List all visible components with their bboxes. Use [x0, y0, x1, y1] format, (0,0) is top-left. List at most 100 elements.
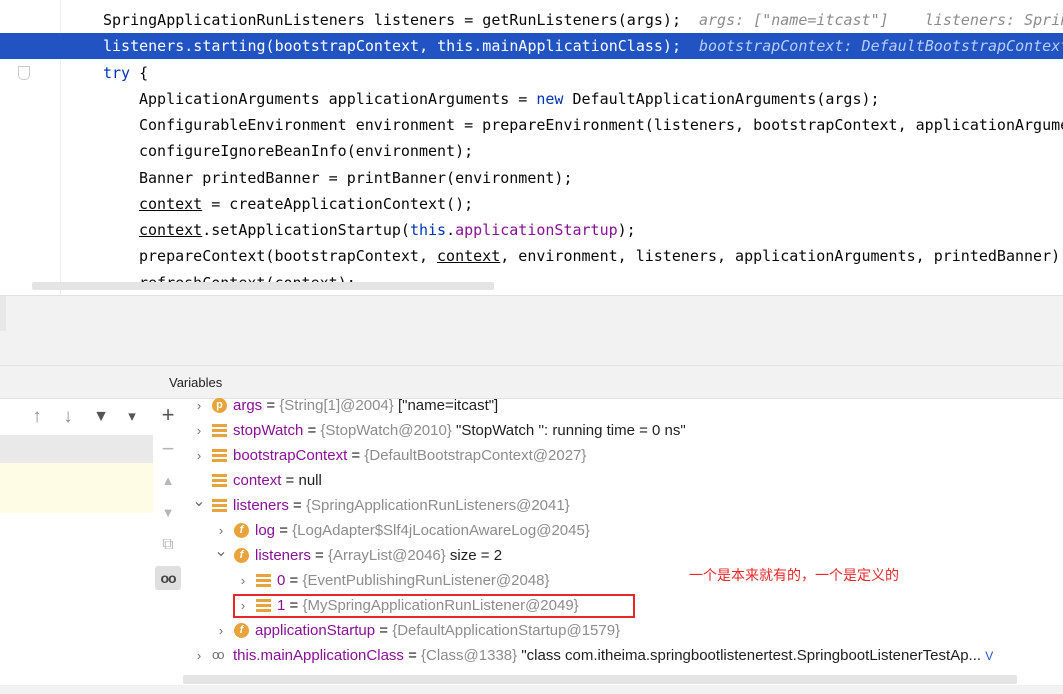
code-line[interactable]: context.setApplicationStartup(this.appli…: [0, 217, 1063, 243]
annotation-highlight-box: [233, 594, 635, 618]
chevron-right-icon[interactable]: ›: [192, 418, 206, 443]
parameter-icon: p: [212, 398, 227, 413]
equals-sign: =: [303, 422, 321, 439]
frames-toolbar: ↑ ↓ ▼ ▾: [0, 399, 153, 436]
equals-sign: =: [285, 572, 303, 589]
code-line[interactable]: context = createApplicationContext();: [0, 191, 1063, 217]
code-token: context: [139, 195, 203, 213]
variable-row[interactable]: › f log = {LogAdapter$Slf4jLocationAwareLo…: [214, 518, 1063, 543]
variable-row[interactable]: › f applicationStartup = {DefaultApplicati…: [214, 618, 1063, 643]
code-line[interactable]: try {: [0, 60, 1063, 86]
move-down-icon[interactable]: ▼: [155, 501, 181, 525]
status-strip: [0, 685, 1063, 694]
chevron-right-icon[interactable]: ›: [192, 393, 206, 418]
variable-icon: [256, 573, 271, 588]
variable-text: 0 = {EventPublishingRunListener@2048}: [277, 568, 550, 593]
variable-reference: {LogAdapter$Slf4jLocationAwareLog@2045}: [292, 522, 590, 539]
variable-icon: [212, 423, 227, 438]
variable-icon: [212, 473, 227, 488]
chevron-right-icon[interactable]: ›: [192, 443, 206, 468]
variable-text: applicationStartup = {DefaultApplication…: [255, 618, 620, 643]
code-line[interactable]: Banner printedBanner = printBanner(envir…: [0, 165, 1063, 191]
variable-reference: {DefaultApplicationStartup@1579}: [392, 622, 621, 639]
inline-debug-value: args: ["name=itcast"] listeners: Sprin: [699, 11, 1063, 29]
chevron-right-icon[interactable]: ›: [192, 643, 206, 668]
variable-name: bootstrapContext: [233, 447, 348, 464]
variable-row[interactable]: › p args = {String[1]@2004} ["name=itcast"…: [192, 393, 1063, 418]
copy-icon[interactable]: ⧉: [155, 533, 181, 557]
code-text: context.setApplicationStartup(this.appli…: [139, 217, 636, 243]
variable-row[interactable]: › stopWatch = {StopWatch@2010} "StopWatch…: [192, 418, 1063, 443]
variable-icon: [212, 498, 227, 513]
variable-reference: {ArrayList@2046}: [327, 547, 446, 564]
variable-row[interactable]: › bootstrapContext = {DefaultBootstrapCon…: [192, 443, 1063, 468]
code-text: SpringApplicationRunListeners listeners …: [103, 7, 681, 33]
variable-text: this.mainApplicationClass = {Class@1338}…: [233, 643, 993, 669]
code-line[interactable]: prepareContext(bootstrapContext, context…: [0, 243, 1063, 269]
variable-row[interactable]: ⌄ f listeners = {ArrayList@2046} size = 2: [214, 543, 1063, 568]
code-line[interactable]: SpringApplicationRunListeners listeners …: [0, 7, 1063, 33]
arrow-up-icon[interactable]: ↑: [25, 405, 49, 429]
code-editor[interactable]: SpringApplicationRunListeners listeners …: [0, 0, 1063, 295]
variable-row[interactable]: context = null: [192, 468, 1063, 493]
equals-sign: =: [375, 622, 393, 639]
variable-reference: {Class@1338}: [421, 647, 518, 664]
filter-icon[interactable]: ▼: [89, 405, 113, 429]
remove-watch-icon[interactable]: −: [155, 437, 181, 461]
frame-row-highlighted[interactable]: [0, 463, 153, 513]
code-token: .setApplicationStartup(: [202, 221, 410, 239]
code-text: Banner printedBanner = printBanner(envir…: [139, 165, 572, 191]
variable-row[interactable]: ⌄ listeners = {SpringApplicationRunListen…: [192, 493, 1063, 518]
code-text: ApplicationArguments applicationArgument…: [139, 86, 880, 112]
code-line[interactable]: configureIgnoreBeanInfo(environment);: [0, 138, 1063, 164]
variable-text: listeners = {ArrayList@2046} size = 2: [255, 543, 502, 568]
code-token: = createApplicationContext();: [202, 195, 474, 213]
inline-debug-value: bootstrapContext: DefaultBootstrapContex…: [699, 37, 1063, 55]
variable-value: "class com.itheima.springbootlistenertes…: [517, 647, 986, 664]
chevron-right-icon[interactable]: ›: [236, 568, 250, 593]
code-token: configureIgnoreBeanInfo(environment);: [139, 142, 474, 160]
code-token: this: [409, 221, 447, 239]
variable-row[interactable]: › 0 = {EventPublishingRunListener@2048}: [236, 568, 1063, 593]
equals-sign: =: [347, 447, 365, 464]
variable-name: stopWatch: [233, 422, 304, 439]
editor-horizontal-scrollbar[interactable]: [32, 282, 494, 290]
code-token: applicationStartup: [455, 221, 618, 239]
variable-text: stopWatch = {StopWatch@2010} "StopWatch …: [233, 418, 686, 443]
variable-reference: {SpringApplicationRunListeners@2041}: [305, 497, 570, 514]
frames-panel: ↑ ↓ ▼ ▾: [0, 366, 154, 694]
variable-text: context = null: [233, 468, 322, 493]
chevron-down-icon[interactable]: ⌄: [192, 489, 206, 514]
variable-text: log = {LogAdapter$Slf4jLocationAwareLog@…: [255, 518, 590, 543]
variable-reference: {DefaultBootstrapContext@2027}: [364, 447, 587, 464]
variable-value: "StopWatch '': running time = 0 ns": [451, 422, 686, 439]
code-token: context: [437, 247, 501, 265]
variable-name: args: [233, 397, 263, 414]
tool-window-tab-bar: [0, 295, 1063, 332]
add-watch-icon[interactable]: +: [155, 403, 181, 427]
watches-glasses-icon[interactable]: oo: [155, 566, 181, 590]
code-line[interactable]: ApplicationArguments applicationArgument…: [0, 86, 1063, 112]
code-token: try: [103, 64, 131, 82]
equals-sign: =: [281, 472, 299, 489]
tab-stub[interactable]: [0, 296, 6, 331]
variable-name: listeners: [233, 497, 289, 514]
variable-text: bootstrapContext = {DefaultBootstrapCont…: [233, 443, 586, 468]
arrow-down-icon[interactable]: ↓: [56, 405, 80, 429]
equals-sign: =: [403, 647, 422, 664]
field-icon: f: [234, 548, 249, 563]
variable-icon: [212, 448, 227, 463]
field-icon: f: [234, 523, 249, 538]
chevron-right-icon[interactable]: ›: [214, 618, 228, 643]
chevron-down-icon[interactable]: ⌄: [214, 539, 228, 564]
variables-horizontal-scrollbar[interactable]: [183, 675, 1017, 684]
code-text: listeners.starting(bootstrapContext, thi…: [103, 33, 681, 59]
code-line[interactable]: ConfigurableEnvironment environment = pr…: [0, 112, 1063, 138]
variable-name: applicationStartup: [255, 622, 376, 639]
code-line[interactable]: listeners.starting(bootstrapContext, thi…: [0, 33, 1063, 59]
chevron-down-icon[interactable]: ▾: [120, 405, 144, 429]
move-up-icon[interactable]: ▲: [155, 469, 181, 493]
frame-row-selected[interactable]: [0, 436, 153, 463]
view-full-value-link[interactable]: V: [985, 649, 993, 663]
variable-row[interactable]: › oo this.mainApplicationClass = {Class@13…: [192, 643, 1063, 668]
